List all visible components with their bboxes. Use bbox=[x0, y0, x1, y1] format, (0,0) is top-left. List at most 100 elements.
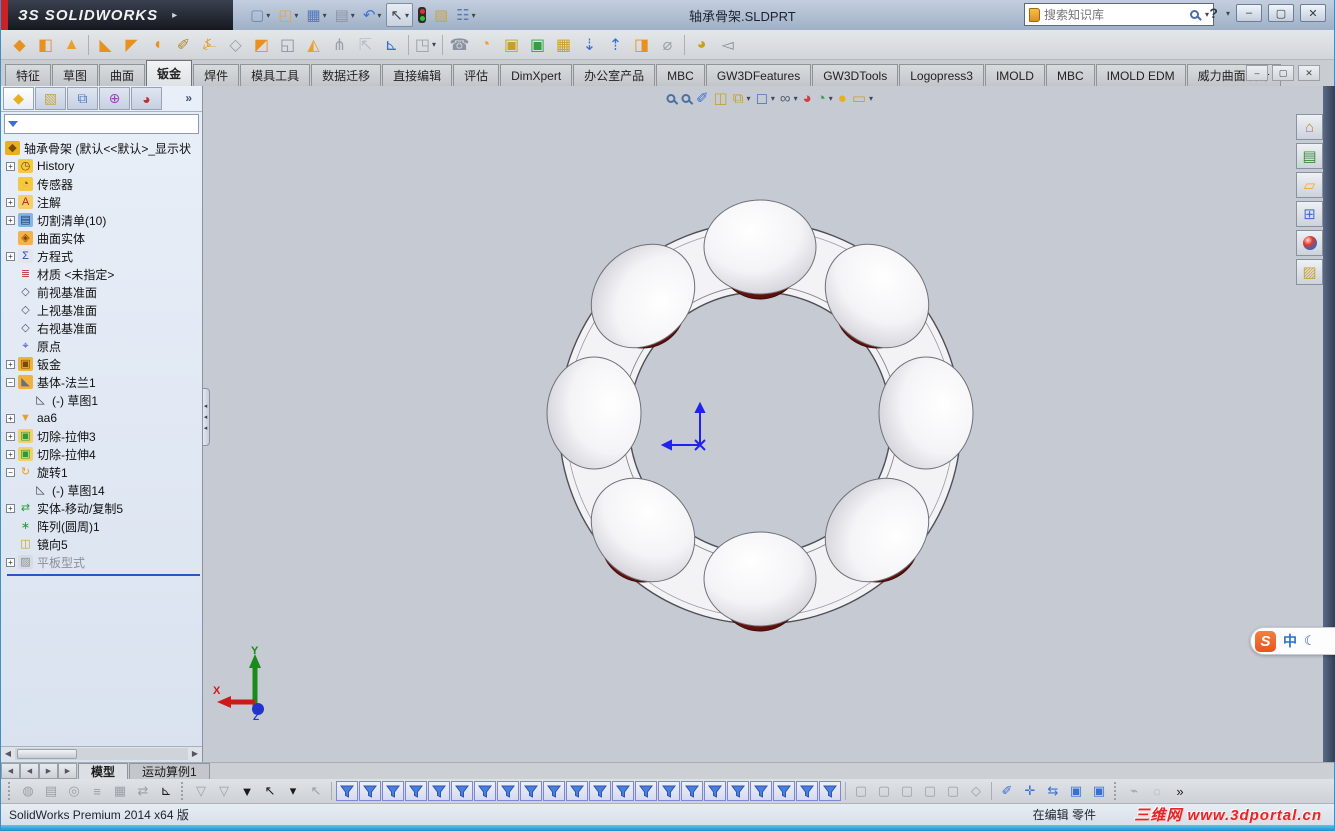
sheetmetal-tool-button[interactable]: ☎ bbox=[447, 32, 472, 57]
commandmanager-tab[interactable]: 评估 bbox=[453, 64, 500, 86]
tree-item[interactable]: + ▨ 平板型式 bbox=[5, 553, 202, 571]
toolbar-grip[interactable] bbox=[1114, 782, 1119, 800]
expand-toggle[interactable] bbox=[21, 486, 30, 495]
dropdown-caret-icon[interactable]: ▾ bbox=[869, 94, 873, 103]
view-tool-button[interactable] bbox=[680, 93, 691, 103]
dropdown-caret-icon[interactable]: ▾ bbox=[266, 11, 270, 20]
sheetmetal-tool-button[interactable]: ▦ bbox=[551, 32, 576, 57]
selection-filter-funnel-button[interactable] bbox=[428, 781, 450, 801]
toolbar-button[interactable]: ▦ ▾ bbox=[303, 3, 329, 27]
sheetmetal-tool-button[interactable]: ◩ bbox=[249, 32, 274, 57]
study-nav-button[interactable]: ◀ bbox=[1, 763, 20, 779]
filter-button[interactable]: ✛ bbox=[1019, 781, 1041, 801]
panel-tab[interactable]: ◕ bbox=[131, 87, 162, 110]
selection-filter-funnel-button[interactable] bbox=[520, 781, 542, 801]
dropdown-caret-icon[interactable]: ▾ bbox=[323, 11, 327, 20]
taskpane-strip[interactable] bbox=[1323, 86, 1335, 762]
expand-toggle[interactable] bbox=[6, 306, 15, 315]
expand-toggle[interactable]: − bbox=[6, 467, 15, 477]
sheetmetal-tool-button[interactable]: ▲ bbox=[59, 32, 84, 57]
tree-item[interactable]: − ↻ 旋转1 bbox=[5, 463, 202, 481]
help-caret-icon[interactable]: ▾ bbox=[1226, 9, 1230, 18]
sheetmetal-tool-button[interactable]: ◤ bbox=[119, 32, 144, 57]
filter-button[interactable]: ▦ bbox=[109, 781, 131, 801]
toolbar-button[interactable]: ▢ ▾ bbox=[247, 3, 273, 27]
panel-tab[interactable]: ▧ bbox=[35, 87, 66, 110]
expand-toggle[interactable]: + bbox=[6, 359, 15, 369]
expand-toggle[interactable]: + bbox=[6, 197, 15, 207]
expand-toggle[interactable] bbox=[6, 324, 15, 333]
dropdown-caret-icon[interactable]: ▾ bbox=[771, 94, 775, 103]
tree-item[interactable]: − ◣ 基体-法兰1 bbox=[5, 373, 202, 391]
scroll-right-icon[interactable]: ▶ bbox=[188, 748, 202, 760]
selection-filter-funnel-button[interactable] bbox=[727, 781, 749, 801]
bearing-cage-model[interactable] bbox=[203, 86, 1335, 762]
tree-item[interactable]: + ▼ aa6 bbox=[5, 409, 202, 427]
panel-tab[interactable]: ⧉ bbox=[67, 87, 98, 110]
filter-button[interactable]: ▽ bbox=[190, 781, 212, 801]
commandmanager-tab[interactable]: IMOLD bbox=[984, 64, 1045, 86]
panel-scrollbar[interactable]: ◀ ▶ bbox=[1, 746, 202, 760]
toolbar-button[interactable]: ☷ ▾ bbox=[453, 3, 478, 27]
expand-toggle[interactable]: + bbox=[6, 431, 15, 441]
study-tab[interactable]: 模型 bbox=[78, 763, 129, 779]
tree-item[interactable]: + ◷ History bbox=[5, 157, 202, 175]
filter-button[interactable]: ⌁ bbox=[1123, 781, 1145, 801]
sheetmetal-tool-button[interactable]: ⊾ bbox=[379, 32, 404, 57]
sheetmetal-tool-button[interactable] bbox=[439, 32, 446, 57]
view-tool-button[interactable]: ✐ bbox=[696, 89, 709, 107]
sheetmetal-tool-button[interactable]: ⍼ bbox=[197, 32, 222, 57]
taskpane-button[interactable] bbox=[1296, 230, 1323, 256]
sheetmetal-tool-button[interactable]: ⇣ bbox=[577, 32, 602, 57]
tree-item[interactable]: ⌖ 原点 bbox=[5, 337, 202, 355]
study-nav-button[interactable]: ▶ bbox=[39, 763, 58, 779]
sheetmetal-tool-button[interactable]: ✐ bbox=[171, 32, 196, 57]
filter-button[interactable]: ⇄ bbox=[132, 781, 154, 801]
filter-button[interactable]: ◇ bbox=[965, 781, 987, 801]
toolbar-grip[interactable] bbox=[8, 782, 13, 800]
commandmanager-tab[interactable]: 直接编辑 bbox=[382, 64, 453, 86]
commandmanager-tab[interactable]: DimXpert bbox=[500, 64, 573, 86]
filter-button[interactable]: ↖ bbox=[305, 781, 327, 801]
toolbar-button[interactable]: ▤ ▾ bbox=[332, 3, 358, 27]
filter-button[interactable]: ◎ bbox=[63, 781, 85, 801]
toolbar-button[interactable]: ▧ bbox=[431, 3, 451, 27]
tree-item[interactable]: ≣ 材质 <未指定> bbox=[5, 265, 202, 283]
selection-filter-funnel-button[interactable] bbox=[405, 781, 427, 801]
expand-toggle[interactable] bbox=[6, 234, 15, 243]
filter-button[interactable]: ▣ bbox=[1088, 781, 1110, 801]
tree-item[interactable]: + ▣ 钣金 bbox=[5, 355, 202, 373]
study-nav-button[interactable]: ◀ bbox=[20, 763, 39, 779]
view-tool-button[interactable]: ● bbox=[838, 90, 847, 107]
study-tab[interactable]: 运动算例1 bbox=[129, 763, 210, 779]
toolbar-button[interactable] bbox=[415, 3, 429, 27]
sheetmetal-tool-button[interactable]: ◧ bbox=[33, 32, 58, 57]
view-tool-button[interactable] bbox=[665, 93, 676, 103]
expand-toggle[interactable]: + bbox=[6, 413, 15, 423]
tree-filter[interactable] bbox=[4, 114, 199, 134]
selection-filter-funnel-button[interactable] bbox=[796, 781, 818, 801]
toolbar-button[interactable]: ↖ ▾ bbox=[386, 3, 413, 27]
expand-toggle[interactable] bbox=[6, 342, 15, 351]
selection-filter-funnel-button[interactable] bbox=[773, 781, 795, 801]
tree-item[interactable]: + ⇄ 实体-移动/复制5 bbox=[5, 499, 202, 517]
scroll-left-icon[interactable]: ◀ bbox=[1, 748, 15, 760]
expand-toggle[interactable]: + bbox=[6, 251, 15, 261]
filter-button[interactable]: ▽ bbox=[213, 781, 235, 801]
panel-splitter-handle[interactable]: ◂ ◂ ◂ bbox=[203, 388, 210, 446]
filter-button[interactable]: ✐ bbox=[996, 781, 1018, 801]
tree-item[interactable]: ◺ (-) 草图14 bbox=[5, 481, 202, 499]
sheetmetal-tool-button[interactable]: ⇱ bbox=[353, 32, 378, 57]
tree-filter-input[interactable] bbox=[22, 118, 195, 130]
expand-toggle[interactable]: + bbox=[6, 449, 15, 459]
selection-filter-funnel-button[interactable] bbox=[658, 781, 680, 801]
selection-filter-funnel-button[interactable] bbox=[497, 781, 519, 801]
expand-toggle[interactable] bbox=[6, 522, 15, 531]
tree-item[interactable]: + ▣ 切除-拉伸3 bbox=[5, 427, 202, 445]
selection-filter-funnel-button[interactable] bbox=[589, 781, 611, 801]
dropdown-caret-icon[interactable]: ▾ bbox=[405, 11, 409, 20]
filter-button[interactable]: ▢ bbox=[873, 781, 895, 801]
search-icon[interactable] bbox=[1189, 10, 1199, 19]
doc-close-button[interactable]: ✕ bbox=[1298, 65, 1320, 81]
filter-button[interactable]: ▢ bbox=[850, 781, 872, 801]
